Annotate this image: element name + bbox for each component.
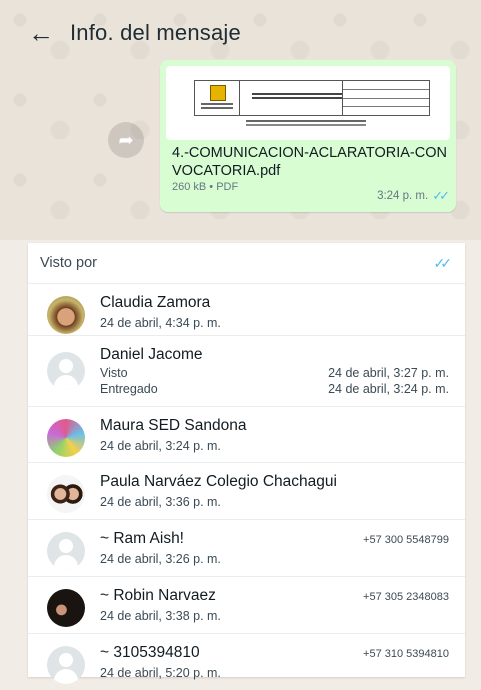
- avatar: [47, 296, 85, 334]
- reader-time: 24 de abril, 3:24 p. m.: [100, 439, 221, 453]
- reader-time: 24 de abril, 3:38 p. m.: [100, 609, 221, 623]
- reader-phone: +57 300 5548799: [363, 534, 449, 546]
- delivered-line: Entregado 24 de abril, 3:24 p. m.: [100, 382, 449, 396]
- reader-row[interactable]: ~ Ram Aish! +57 300 5548799 24 de abril,…: [28, 520, 465, 577]
- message-time: 3:24 p. m. ✓✓: [377, 188, 450, 204]
- delivered-time: 24 de abril, 3:24 p. m.: [328, 382, 449, 396]
- avatar: [47, 352, 85, 390]
- reader-row[interactable]: Maura SED Sandona 24 de abril, 3:24 p. m…: [28, 407, 465, 463]
- seen-label: Visto: [100, 366, 128, 380]
- time-text: 3:24 p. m.: [377, 190, 429, 202]
- message-bubble[interactable]: 4.-COMUNICACION-ACLARATORIA-CONVOCATORIA…: [160, 60, 456, 212]
- reader-row[interactable]: ~ 3105394810 +57 310 5394810 24 de abril…: [28, 634, 465, 690]
- reader-time: 24 de abril, 4:34 p. m.: [100, 316, 221, 330]
- seen-by-header: Visto por ✓✓: [28, 243, 465, 284]
- reader-name: Claudia Zamora: [100, 294, 211, 311]
- seen-line: Visto 24 de abril, 3:27 p. m.: [100, 366, 449, 380]
- reader-name: ~ Robin Narvaez: [100, 587, 216, 604]
- seen-by-title: Visto por: [40, 255, 97, 271]
- crest-icon: [210, 85, 226, 101]
- forward-button[interactable]: ➦: [108, 122, 144, 158]
- reader-name: Maura SED Sandona: [100, 417, 247, 434]
- reader-row[interactable]: Claudia Zamora 24 de abril, 4:34 p. m.: [28, 284, 465, 336]
- reader-time: 24 de abril, 5:20 p. m.: [100, 666, 221, 680]
- reader-name: ~ Ram Aish!: [100, 530, 184, 547]
- reader-time: 24 de abril, 3:26 p. m.: [100, 552, 221, 566]
- seen-by-panel: Visto por ✓✓ Claudia Zamora 24 de abril,…: [28, 243, 465, 684]
- reader-name: Paula Narváez Colegio Chachagui: [100, 473, 337, 490]
- forward-icon: ➦: [118, 129, 134, 150]
- avatar: [47, 646, 85, 684]
- avatar: [47, 419, 85, 457]
- arrow-left-icon: ←: [28, 17, 54, 48]
- app-header: ← Info. del mensaje: [0, 0, 481, 66]
- file-name: 4.-COMUNICACION-ACLARATORIA-CONVOCATORIA…: [172, 145, 447, 179]
- reader-time: 24 de abril, 3:36 p. m.: [100, 495, 221, 509]
- reader-name: Daniel Jacome: [100, 346, 203, 363]
- seen-time: 24 de abril, 3:27 p. m.: [328, 366, 449, 380]
- reader-phone: +57 305 2348083: [363, 591, 449, 603]
- avatar: [47, 589, 85, 627]
- reader-phone: +57 310 5394810: [363, 648, 449, 660]
- double-check-icon: ✓✓: [432, 188, 450, 203]
- reader-row[interactable]: Daniel Jacome Visto 24 de abril, 3:27 p.…: [28, 336, 465, 407]
- reader-name: ~ 3105394810: [100, 644, 200, 661]
- double-check-icon: ✓✓: [433, 254, 453, 271]
- page-title: Info. del mensaje: [70, 20, 241, 45]
- reader-row[interactable]: ~ Robin Narvaez +57 305 2348083 24 de ab…: [28, 577, 465, 634]
- avatar: [47, 532, 85, 570]
- back-button[interactable]: ←: [26, 18, 56, 48]
- file-meta: 260 kB • PDF: [172, 181, 239, 193]
- document-thumbnail[interactable]: [166, 66, 450, 140]
- reader-row[interactable]: Paula Narváez Colegio Chachagui 24 de ab…: [28, 463, 465, 520]
- avatar: [47, 475, 85, 513]
- delivered-label: Entregado: [100, 382, 158, 396]
